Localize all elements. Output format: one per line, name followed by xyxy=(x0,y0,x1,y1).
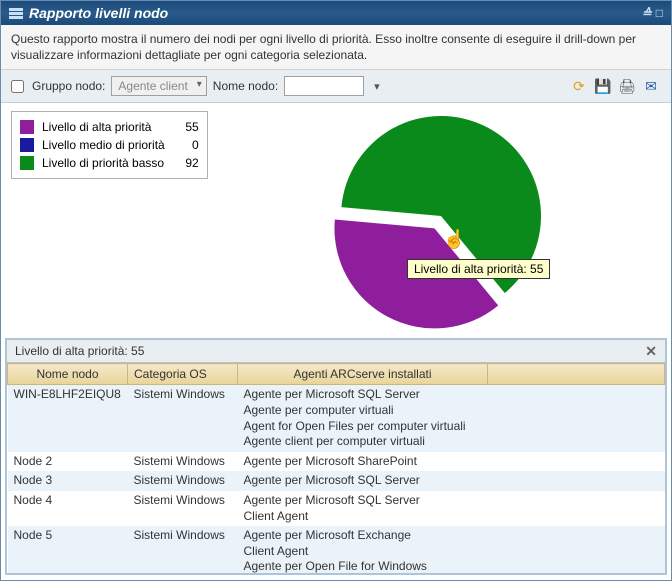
detail-panel: Livello di alta priorità: 55 ✕ Nome nodo… xyxy=(5,338,667,575)
cell-agents: Agente per Microsoft SharePoint xyxy=(238,452,488,472)
cell-agents: Agente per Microsoft SQL ServerClient Ag… xyxy=(238,491,488,526)
detail-title: Livello di alta priorità: 55 xyxy=(15,344,144,358)
table-row[interactable]: WIN-E8LHF2EIQU8Sistemi WindowsAgente per… xyxy=(8,385,665,452)
legend-swatch-high xyxy=(20,120,34,134)
cell-node: Node 3 xyxy=(8,471,128,491)
maximize-icon[interactable]: □ xyxy=(656,6,663,20)
group-checkbox[interactable] xyxy=(11,80,24,93)
cell-blank xyxy=(488,471,665,491)
cell-os: Sistemi Windows xyxy=(128,526,238,573)
group-label: Gruppo nodo: xyxy=(32,79,105,93)
legend-label: Livello di alta priorità xyxy=(42,120,165,134)
close-icon[interactable]: ✕ xyxy=(645,344,657,358)
table-row[interactable]: Node 5Sistemi WindowsAgente per Microsof… xyxy=(8,526,665,573)
window-titlebar: Rapporto livelli nodo ≙ □ xyxy=(1,1,671,25)
print-button[interactable]: 🖨 xyxy=(617,76,637,96)
cell-node: Node 5 xyxy=(8,526,128,573)
save-button[interactable]: 💾 xyxy=(593,76,613,96)
legend-item: Livello di alta priorità 55 xyxy=(20,118,199,136)
window-title: Rapporto livelli nodo xyxy=(29,5,168,21)
legend-swatch-medium xyxy=(20,138,34,152)
filter-bar: Gruppo nodo: Agente client Nome nodo: ▾ … xyxy=(1,70,671,103)
table-row[interactable]: Node 2Sistemi WindowsAgente per Microsof… xyxy=(8,452,665,472)
col-header-agents[interactable]: Agenti ARCserve installati xyxy=(238,364,488,385)
cell-node: Node 2 xyxy=(8,452,128,472)
chart-legend: Livello di alta priorità 55 Livello medi… xyxy=(11,111,208,179)
cell-os: Sistemi Windows xyxy=(128,471,238,491)
cell-os: Sistemi Windows xyxy=(128,385,238,452)
legend-item: Livello medio di priorità 0 xyxy=(20,136,199,154)
col-header-os[interactable]: Categoria OS xyxy=(128,364,238,385)
table-row[interactable]: Node 3Sistemi WindowsAgente per Microsof… xyxy=(8,471,665,491)
legend-label: Livello di priorità basso xyxy=(42,156,165,170)
refresh-button[interactable]: ⟳ xyxy=(569,76,589,96)
cell-blank xyxy=(488,491,665,526)
legend-value: 0 xyxy=(181,138,199,152)
group-select[interactable]: Agente client xyxy=(111,76,206,96)
node-name-label: Nome nodo: xyxy=(213,79,278,93)
col-header-node[interactable]: Nome nodo xyxy=(8,364,128,385)
chart-tooltip: Livello di alta priorità: 55 xyxy=(407,259,550,279)
report-description: Questo rapporto mostra il numero dei nod… xyxy=(1,25,671,70)
cell-os: Sistemi Windows xyxy=(128,491,238,526)
legend-swatch-low xyxy=(20,156,34,170)
collapse-icon[interactable]: ≙ xyxy=(642,6,652,20)
node-name-input[interactable] xyxy=(284,76,364,96)
col-header-blank[interactable] xyxy=(488,364,665,385)
detail-table: Nome nodo Categoria OS Agenti ARCserve i… xyxy=(7,363,665,573)
cell-agents: Agente per Microsoft SQL Server xyxy=(238,471,488,491)
pie-chart[interactable] xyxy=(331,111,551,331)
cell-blank xyxy=(488,385,665,452)
email-button[interactable]: ✉ xyxy=(641,76,661,96)
node-name-dropdown-icon[interactable]: ▾ xyxy=(370,80,384,93)
table-row[interactable]: Node 4Sistemi WindowsAgente per Microsof… xyxy=(8,491,665,526)
chart-area: Livello di alta priorità 55 Livello medi… xyxy=(1,103,671,338)
cell-os: Sistemi Windows xyxy=(128,452,238,472)
cell-agents: Agente per Microsoft ExchangeClient Agen… xyxy=(238,526,488,573)
cell-blank xyxy=(488,526,665,573)
cell-node: Node 4 xyxy=(8,491,128,526)
legend-value: 92 xyxy=(181,156,199,170)
cell-agents: Agente per Microsoft SQL ServerAgente pe… xyxy=(238,385,488,452)
list-icon xyxy=(9,8,23,19)
legend-label: Livello medio di priorità xyxy=(42,138,165,152)
cell-node: WIN-E8LHF2EIQU8 xyxy=(8,385,128,452)
legend-item: Livello di priorità basso 92 xyxy=(20,154,199,172)
legend-value: 55 xyxy=(181,120,199,134)
cell-blank xyxy=(488,452,665,472)
